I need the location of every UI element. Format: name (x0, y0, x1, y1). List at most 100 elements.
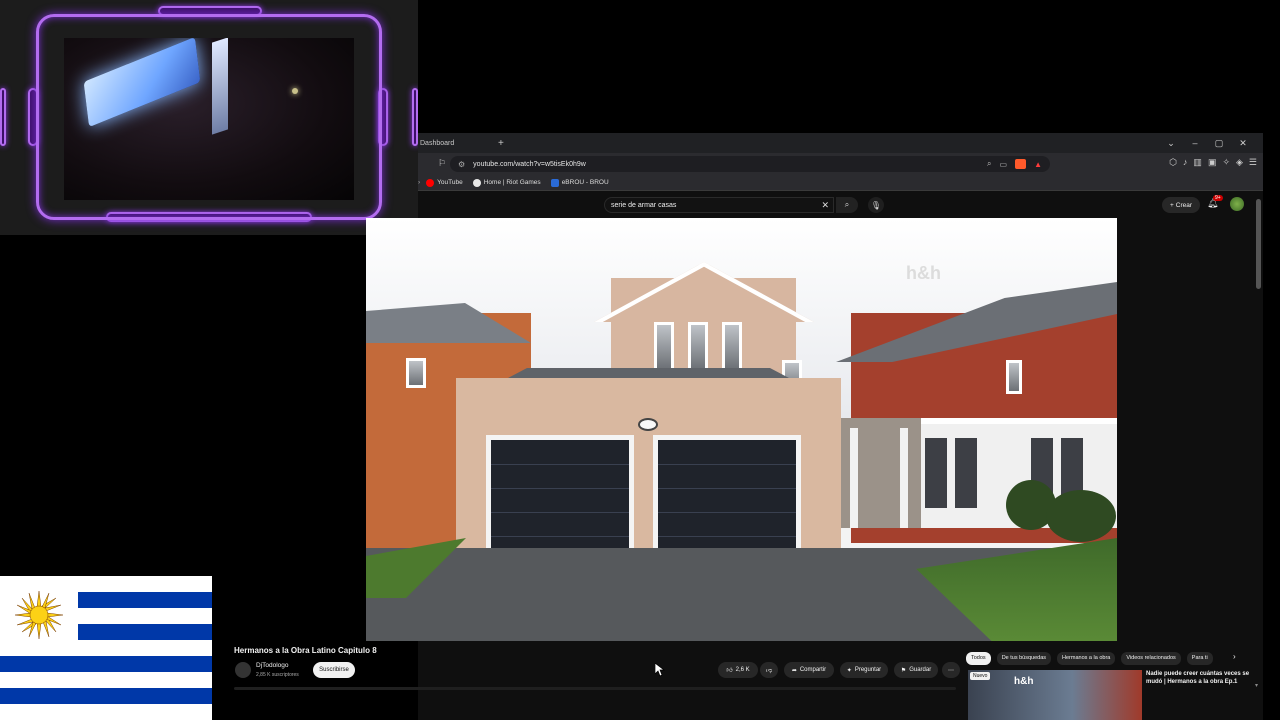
flag-stripe (78, 592, 212, 608)
share-label: Compartir (799, 667, 827, 673)
video-window (406, 358, 426, 388)
ask-button[interactable]: ✦ Preguntar (840, 662, 888, 678)
lamp-image (292, 88, 298, 94)
video-window (654, 322, 674, 372)
door-panel-line (491, 488, 629, 489)
more-actions-button[interactable]: ⋯ (942, 662, 960, 678)
create-label: Crear (1175, 201, 1193, 209)
ebrou-icon (550, 178, 559, 187)
frame-far-left-bar (0, 88, 6, 146)
webcam-feed (64, 38, 354, 200)
page-scrollbar[interactable] (1256, 199, 1261, 289)
ask-label: Preguntar (854, 667, 882, 673)
search-query: serie de armar casas (611, 201, 677, 209)
flag-stripe (0, 688, 212, 704)
menu-icon[interactable]: ☰ (1249, 157, 1257, 168)
music-icon[interactable]: ♪ (1183, 157, 1188, 168)
extensions-icon[interactable]: ⬡ (1169, 157, 1177, 168)
door-panel-line (658, 536, 796, 537)
save-label: Guardar (909, 667, 932, 673)
channel-name[interactable]: DjTodologo (256, 662, 289, 669)
mouse-cursor-icon (655, 663, 665, 677)
bookmark-label: Home | Riot Games (483, 179, 541, 186)
tab-search-button[interactable]: ⌄ (1159, 133, 1183, 153)
minimize-button[interactable]: – (1183, 133, 1207, 153)
chip-hermanos[interactable]: Hermanos a la obra (1057, 651, 1116, 665)
door-panel-line (658, 464, 796, 465)
new-tab-button[interactable]: + (498, 138, 504, 149)
cast-icon[interactable]: ▭ (1000, 160, 1008, 169)
keyboard-image (83, 38, 201, 128)
related-thumb-logo: h&h (1014, 676, 1034, 687)
bookmark-youtube[interactable]: YouTube (426, 178, 463, 187)
video-bush (1046, 490, 1116, 542)
zoom-icon[interactable]: ⌕ (987, 159, 991, 169)
share-icon: ➦ (791, 667, 797, 674)
riot-icon (472, 178, 481, 187)
share-button[interactable]: ➦ Compartir (784, 662, 834, 678)
like-button[interactable]: 👍︎ 2,6 K (718, 662, 758, 678)
bookmark-label: eBROU - BROU (561, 179, 609, 186)
chip-relacionados[interactable]: Videos relacionados (1121, 651, 1181, 665)
site-info-icon[interactable]: ⚙ (458, 160, 465, 169)
door-panel-line (658, 512, 796, 513)
url-text: youtube.com/watch?v=w5tisEk0h9w (473, 160, 586, 168)
description-divider (234, 687, 956, 690)
nav-bar: ⚐ ⚙ youtube.com/watch?v=w5tisEk0h9w ⌕ ▭ … (418, 153, 1263, 175)
chip-busquedas[interactable]: De tus búsquedas (996, 651, 1052, 665)
create-button[interactable]: + Crear (1162, 197, 1200, 213)
video-window (688, 322, 708, 372)
like-count: 2,6 K (735, 667, 750, 673)
notification-badge: 9+ (1213, 195, 1223, 201)
bookmark-ebrou[interactable]: eBROU - BROU (550, 178, 609, 187)
chevron-right-icon[interactable]: › (1233, 652, 1236, 661)
video-window (722, 322, 742, 372)
search-input[interactable]: serie de armar casas ✕ (604, 197, 834, 213)
bookmark-riot[interactable]: Home | Riot Games (472, 178, 541, 187)
tab-bar: Dashboard + ⌄ – ▢ ✕ (418, 133, 1263, 153)
notifications-button[interactable]: 🔔︎ 9+ (1207, 195, 1223, 209)
video-player[interactable]: h&h (366, 218, 1117, 641)
address-bar[interactable]: ⚙ youtube.com/watch?v=w5tisEk0h9w ⌕ ▭ ▲ (450, 156, 1050, 172)
clear-search-icon[interactable]: ✕ (821, 200, 829, 211)
scroll-down-icon[interactable]: ▾ (1255, 682, 1258, 689)
channel-avatar[interactable] (235, 662, 251, 678)
close-button[interactable]: ✕ (1231, 133, 1255, 153)
thumbs-up-icon: 👍︎ (726, 668, 733, 674)
video-watermark: h&h (906, 263, 941, 283)
voice-search-button[interactable]: 🎙︎ (868, 197, 884, 213)
chip-para-ti[interactable]: Para ti (1186, 651, 1213, 665)
vpn-icon[interactable]: ◈ (1236, 157, 1243, 168)
door-panel-line (491, 464, 629, 465)
bookmarks-bar: › YouTube Home | Riot Games eBROU - BROU (418, 175, 1263, 191)
bookmark-save-icon: ⚑ (900, 667, 907, 674)
chip-todos[interactable]: Todos (966, 651, 991, 665)
related-video[interactable]: h&h Nuevo Nadie puede creer cuántas vece… (968, 670, 1254, 720)
sidebar-icon[interactable]: ▥ (1193, 157, 1202, 168)
related-thumbnail[interactable]: h&h Nuevo (968, 670, 1142, 720)
thumbs-down-icon: 👎︎ (765, 668, 773, 674)
wallet-icon[interactable]: ▣ (1208, 157, 1217, 168)
save-button[interactable]: ⚑ Guardar (894, 662, 938, 678)
video-garage-door-left (486, 435, 634, 557)
new-badge: Nuevo (970, 672, 991, 680)
tab-dashboard[interactable]: Dashboard (420, 140, 492, 147)
plus-icon: + (1169, 201, 1174, 209)
dislike-button[interactable]: 👎︎ (760, 662, 778, 678)
related-title[interactable]: Nadie puede creer cuántas veces se mudó … (1146, 670, 1250, 686)
account-avatar[interactable] (1230, 197, 1244, 211)
door-panel-line (491, 512, 629, 513)
door-panel-line (491, 536, 629, 537)
warning-icon[interactable]: ▲ (1034, 160, 1042, 169)
leo-icon[interactable]: ✧ (1222, 157, 1230, 168)
video-title: Hermanos a la Obra Latino Capitulo 8 (234, 646, 377, 655)
subscribe-button[interactable]: Suscribirse (313, 662, 355, 678)
maximize-button[interactable]: ▢ (1207, 133, 1231, 153)
bookmark-icon[interactable]: ⚐ (438, 158, 446, 169)
bookmarks-chevron-icon[interactable]: › (418, 179, 420, 186)
video-column (850, 428, 858, 528)
search-button[interactable]: ⌕ (836, 197, 858, 213)
brave-shield-icon[interactable] (1015, 159, 1027, 169)
video-column (900, 428, 908, 528)
search-icon: ⌕ (844, 200, 850, 209)
